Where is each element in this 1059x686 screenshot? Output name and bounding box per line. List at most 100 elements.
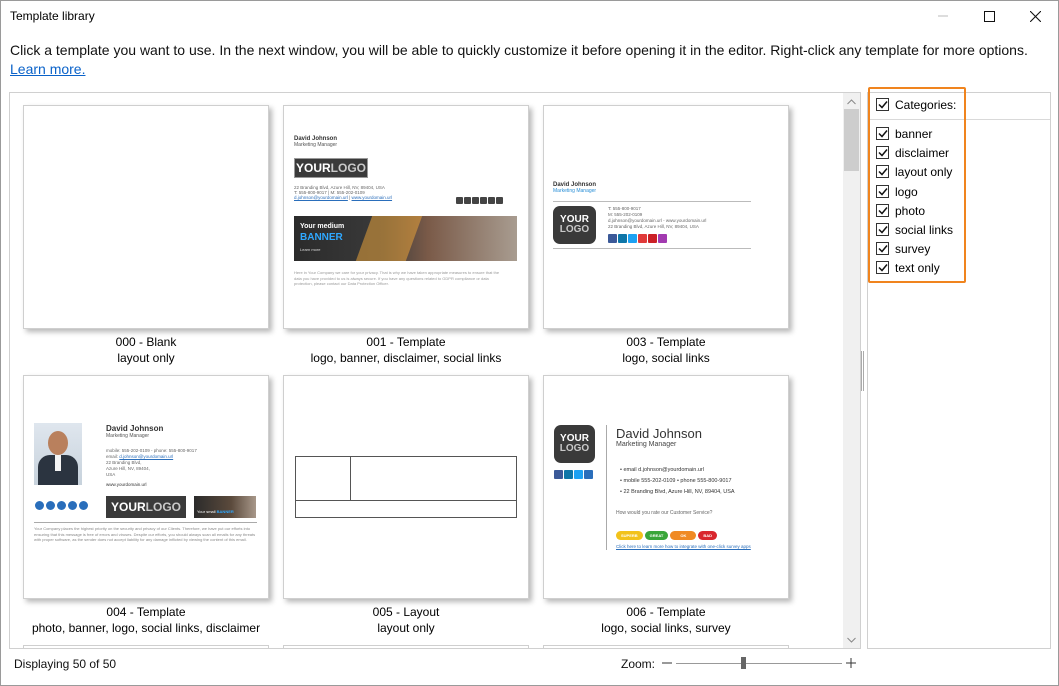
logo-image: YOUR LOGO [294, 158, 368, 178]
minimize-button[interactable] [920, 1, 966, 31]
linkedin-icon [618, 234, 627, 243]
logo-image: YOUR LOGO [554, 425, 595, 463]
template-gallery[interactable]: 000 - Blank layout only David Johnson Ma… [9, 92, 861, 649]
scroll-thumb[interactable] [844, 109, 859, 171]
preview-role: Marketing Manager [616, 441, 677, 448]
close-icon [1029, 10, 1041, 22]
minimize-icon [938, 15, 948, 17]
scroll-up-button[interactable] [843, 93, 860, 110]
rating-ok: OK [670, 531, 697, 540]
preview-role: Marketing Manager [553, 188, 597, 194]
template-categories: logo, social links [622, 351, 710, 365]
twitter-icon [628, 234, 637, 243]
chevron-up-icon [847, 98, 856, 104]
rating-bad: BAD [698, 531, 718, 540]
vertical-scrollbar[interactable] [843, 93, 860, 648]
twitter-icon [472, 197, 479, 204]
twitter-icon [57, 501, 66, 510]
facebook-icon [608, 234, 617, 243]
youtube-icon [68, 501, 77, 510]
facebook-icon [456, 197, 463, 204]
template-name: 003 - Template [626, 335, 706, 349]
preview-email: email d.johnson@yourdomain.url [623, 467, 704, 473]
linkedin-icon [564, 470, 573, 479]
logo-image: YOUR LOGO [553, 206, 596, 244]
learn-more-link[interactable]: Learn more. [10, 61, 85, 77]
template-categories: layout only [377, 621, 435, 635]
template-name: 001 - Template [366, 335, 446, 349]
preview-person-name: David Johnson [616, 426, 702, 441]
rating-great: GREAT [644, 531, 669, 540]
facebook-icon [35, 501, 44, 510]
plus-icon [846, 658, 856, 668]
layout-grid-preview [295, 456, 517, 518]
template-name: 004 - Template [106, 605, 186, 619]
instagram-icon [658, 234, 667, 243]
preview-address: 22 Branding Blvd, Azure Hill, NV, 89404,… [608, 224, 699, 229]
instructions: Click a template you want to use. In the… [10, 41, 1050, 79]
zoom-in-button[interactable] [844, 656, 858, 670]
survey-rating-buttons: SUPERB GREAT OK BAD [616, 524, 719, 542]
preview-role: Marketing Manager [294, 142, 338, 148]
zoom-label: Zoom: [621, 657, 656, 671]
banner-image: Your medium BANNER Learn more [294, 216, 517, 261]
preview-website: www.yourdomain.url [351, 195, 393, 200]
template-thumbnail[interactable]: David Johnson Marketing Manager YOUR LOGO… [283, 105, 529, 329]
template-thumbnail[interactable]: David Johnson Marketing Manager mobile: … [23, 375, 269, 599]
preview-website: www.yourdomain.url [106, 482, 147, 487]
share-icon [584, 470, 593, 479]
title-bar: Template library [1, 1, 1058, 31]
pinterest-icon [488, 197, 495, 204]
maximize-icon [983, 10, 995, 22]
preview-person-name: David Johnson [106, 424, 164, 433]
logo-image: YOUR LOGO [106, 496, 186, 518]
template-card-partial[interactable] [543, 645, 789, 648]
banner-image: Your small BANNER [194, 496, 256, 518]
zoom-slider-track[interactable] [676, 663, 842, 664]
youtube-icon [480, 197, 487, 204]
template-thumbnail-blank[interactable] [23, 105, 269, 329]
social-icons [554, 470, 594, 488]
template-thumbnail[interactable]: David Johnson Marketing Manager YOUR LOGO… [543, 105, 789, 329]
template-categories: photo, banner, logo, social links, discl… [31, 621, 261, 635]
preview-disclaimer: Your Company places the highest priority… [34, 526, 256, 542]
template-name: 006 - Template [626, 605, 706, 619]
splitter-grip[interactable] [861, 351, 864, 391]
minus-icon [662, 662, 672, 664]
template-categories: layout only [117, 351, 175, 365]
template-thumbnail[interactable] [283, 375, 529, 599]
social-icons [456, 197, 504, 215]
template-name: 000 - Blank [115, 335, 177, 349]
social-icons [608, 234, 668, 252]
linkedin-icon [464, 197, 471, 204]
template-library-window: Template library Click a template you wa… [0, 0, 1059, 686]
template-thumbnail[interactable]: YOUR LOGO David Johnson Marketing Manager… [543, 375, 789, 599]
pinterest-icon [648, 234, 657, 243]
facebook-icon [554, 470, 563, 479]
preview-email: d.johnson@yourdomain.url [294, 195, 348, 200]
template-card-partial[interactable] [23, 645, 269, 648]
preview-phones: mobile 555-202-0109 • phone 555-800-9017 [623, 478, 732, 484]
chevron-down-icon [847, 637, 856, 643]
template-name: 005 - Layout [372, 605, 440, 619]
close-button[interactable] [1012, 1, 1058, 31]
maximize-button[interactable] [966, 1, 1012, 31]
zoom-out-button[interactable] [660, 656, 674, 670]
instructions-text: Click a template you want to use. In the… [10, 42, 1028, 58]
scroll-down-button[interactable] [843, 631, 860, 648]
preview-role: Marketing Manager [106, 433, 150, 439]
template-categories: logo, social links, survey [601, 621, 731, 635]
survey-question: How would you rate our Customer Service? [616, 510, 713, 516]
template-categories: logo, banner, disclaimer, social links [310, 351, 502, 365]
zoom-slider-thumb[interactable] [741, 657, 746, 669]
rating-superb: SUPERB [616, 531, 643, 540]
social-icons [35, 501, 90, 519]
display-count: Displaying 50 of 50 [14, 657, 117, 671]
twitter-icon [574, 470, 583, 479]
instagram-icon [496, 197, 503, 204]
youtube-icon [638, 234, 647, 243]
categories-highlight-frame [868, 87, 966, 283]
survey-link: Click here to learn more how to integrat… [616, 544, 751, 549]
template-card-partial[interactable] [283, 645, 529, 648]
preview-address: 22 Branding Blvd, Azure Hill, NV, 89404,… [623, 489, 735, 495]
